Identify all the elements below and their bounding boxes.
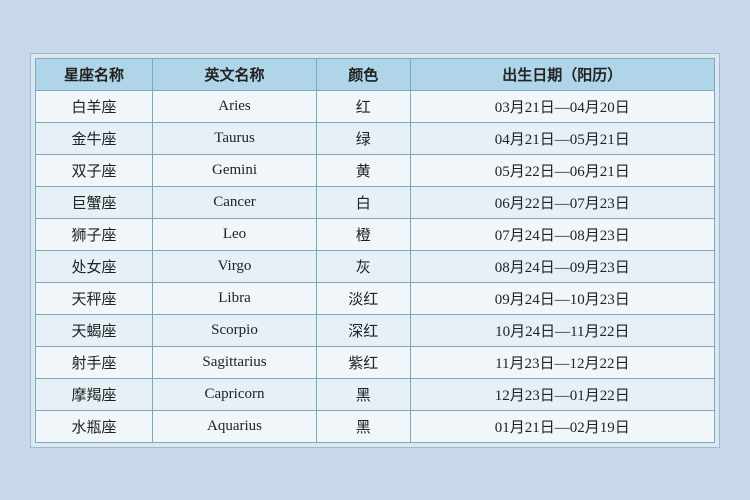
table-row: 摩羯座Capricorn黑12月23日—01月22日 (36, 378, 715, 410)
cell-color: 灰 (316, 250, 410, 282)
cell-date: 08月24日—09月23日 (410, 250, 714, 282)
zodiac-table: 星座名称 英文名称 颜色 出生日期（阳历） 白羊座Aries红03月21日—04… (35, 58, 715, 443)
cell-zh: 摩羯座 (36, 378, 153, 410)
table-row: 天蝎座Scorpio深红10月24日—11月22日 (36, 314, 715, 346)
cell-en: Sagittarius (153, 346, 317, 378)
header-en: 英文名称 (153, 58, 317, 90)
cell-date: 03月21日—04月20日 (410, 90, 714, 122)
cell-date: 04月21日—05月21日 (410, 122, 714, 154)
cell-zh: 射手座 (36, 346, 153, 378)
table-header-row: 星座名称 英文名称 颜色 出生日期（阳历） (36, 58, 715, 90)
cell-zh: 双子座 (36, 154, 153, 186)
cell-date: 06月22日—07月23日 (410, 186, 714, 218)
zodiac-table-container: 星座名称 英文名称 颜色 出生日期（阳历） 白羊座Aries红03月21日—04… (30, 53, 720, 448)
cell-zh: 天秤座 (36, 282, 153, 314)
cell-color: 淡红 (316, 282, 410, 314)
table-row: 天秤座Libra淡红09月24日—10月23日 (36, 282, 715, 314)
cell-date: 07月24日—08月23日 (410, 218, 714, 250)
cell-en: Aries (153, 90, 317, 122)
cell-zh: 处女座 (36, 250, 153, 282)
cell-en: Aquarius (153, 410, 317, 442)
cell-color: 绿 (316, 122, 410, 154)
table-row: 双子座Gemini黄05月22日—06月21日 (36, 154, 715, 186)
cell-zh: 水瓶座 (36, 410, 153, 442)
table-body: 白羊座Aries红03月21日—04月20日金牛座Taurus绿04月21日—0… (36, 90, 715, 442)
cell-en: Gemini (153, 154, 317, 186)
cell-date: 12月23日—01月22日 (410, 378, 714, 410)
table-row: 狮子座Leo橙07月24日—08月23日 (36, 218, 715, 250)
table-row: 金牛座Taurus绿04月21日—05月21日 (36, 122, 715, 154)
cell-zh: 天蝎座 (36, 314, 153, 346)
cell-color: 红 (316, 90, 410, 122)
cell-zh: 白羊座 (36, 90, 153, 122)
table-row: 处女座Virgo灰08月24日—09月23日 (36, 250, 715, 282)
cell-color: 黑 (316, 378, 410, 410)
cell-date: 01月21日—02月19日 (410, 410, 714, 442)
cell-en: Cancer (153, 186, 317, 218)
cell-color: 紫红 (316, 346, 410, 378)
cell-en: Virgo (153, 250, 317, 282)
cell-en: Libra (153, 282, 317, 314)
table-row: 水瓶座Aquarius黑01月21日—02月19日 (36, 410, 715, 442)
cell-color: 橙 (316, 218, 410, 250)
cell-en: Capricorn (153, 378, 317, 410)
cell-color: 深红 (316, 314, 410, 346)
cell-color: 黄 (316, 154, 410, 186)
cell-zh: 金牛座 (36, 122, 153, 154)
cell-en: Scorpio (153, 314, 317, 346)
table-row: 射手座Sagittarius紫红11月23日—12月22日 (36, 346, 715, 378)
table-row: 白羊座Aries红03月21日—04月20日 (36, 90, 715, 122)
cell-en: Leo (153, 218, 317, 250)
cell-color: 黑 (316, 410, 410, 442)
header-zh: 星座名称 (36, 58, 153, 90)
cell-zh: 狮子座 (36, 218, 153, 250)
header-date: 出生日期（阳历） (410, 58, 714, 90)
cell-date: 05月22日—06月21日 (410, 154, 714, 186)
cell-date: 11月23日—12月22日 (410, 346, 714, 378)
cell-color: 白 (316, 186, 410, 218)
cell-en: Taurus (153, 122, 317, 154)
header-color: 颜色 (316, 58, 410, 90)
table-row: 巨蟹座Cancer白06月22日—07月23日 (36, 186, 715, 218)
cell-date: 09月24日—10月23日 (410, 282, 714, 314)
cell-date: 10月24日—11月22日 (410, 314, 714, 346)
cell-zh: 巨蟹座 (36, 186, 153, 218)
